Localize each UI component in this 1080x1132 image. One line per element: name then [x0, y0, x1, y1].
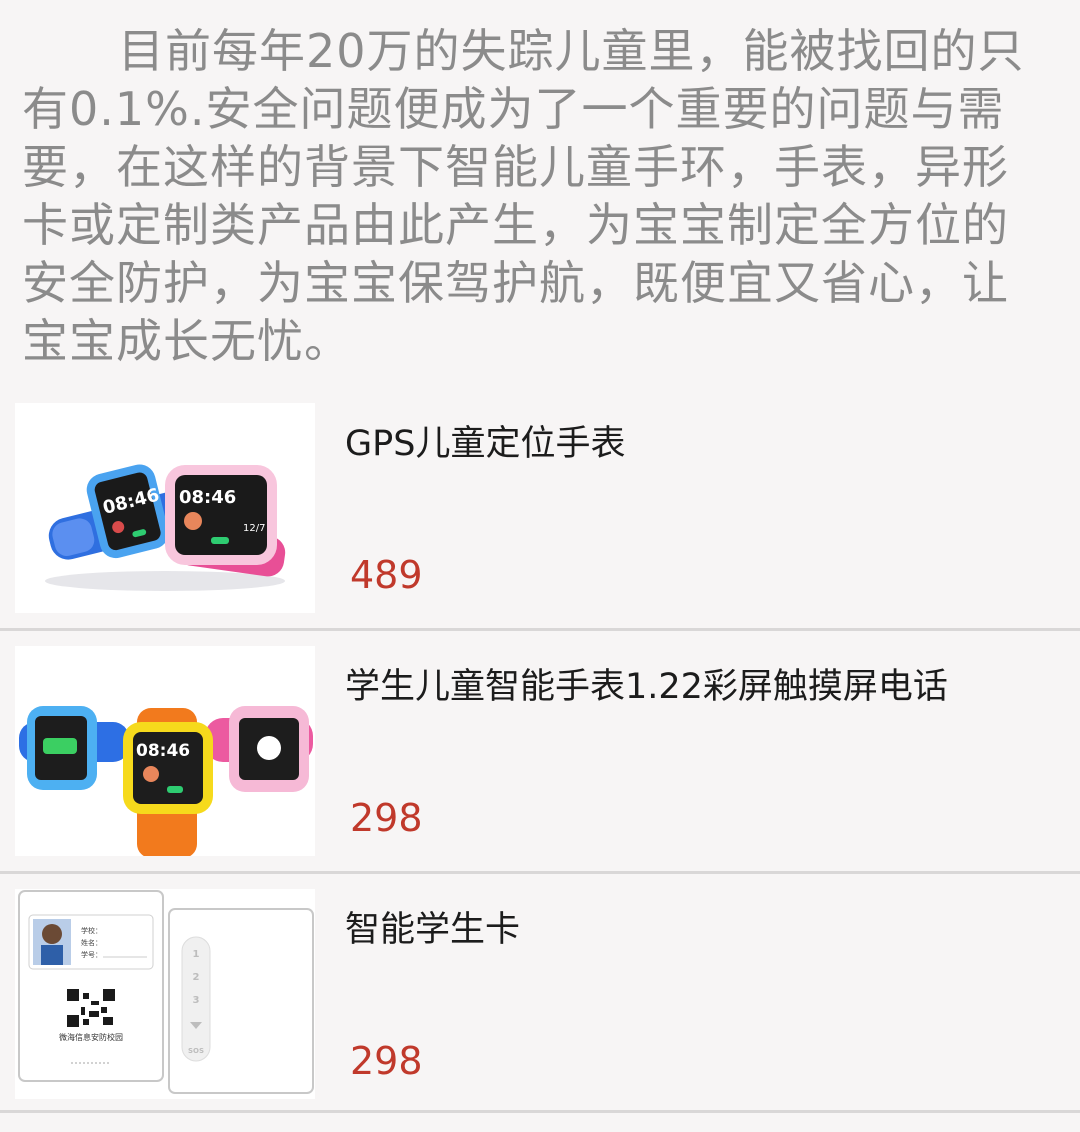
qr-code-icon [67, 989, 115, 1027]
watch-screen-date: 12/7 [243, 523, 265, 534]
watch-screen-time: 08:46 [136, 741, 190, 761]
product-price: 298 [350, 796, 423, 840]
product-item-student-card[interactable]: 学校： 姓名： 学号： 微海信息安防校园 1 2 3 SOS 智能学生卡 298 [0, 889, 1080, 1132]
product-price: 489 [350, 553, 423, 597]
product-name[interactable]: 学生儿童智能手表1.22彩屏触摸屏电话 [345, 658, 948, 709]
product-item-gps-watch[interactable]: 08:46 08:46 12/7 GPS儿童定位手表 489 [0, 403, 1080, 646]
divider [0, 1110, 1080, 1113]
product-item-smart-watch[interactable]: 08:46 学生儿童智能手表1.22彩屏触摸屏电话 298 [0, 646, 1080, 889]
product-price: 298 [350, 1039, 423, 1083]
product-image-smart-watch[interactable]: 08:46 [15, 646, 315, 856]
product-image-student-card[interactable]: 学校： 姓名： 学号： 微海信息安防校园 1 2 3 SOS [15, 889, 315, 1099]
card-caption: 微海信息安防校园 [59, 1032, 123, 1042]
card-school-label: 学校： [81, 926, 102, 935]
card-name-label: 姓名： [81, 938, 102, 947]
product-name[interactable]: GPS儿童定位手表 [345, 415, 625, 466]
intro-paragraph: 目前每年20万的失踪儿童里，能被找回的只有0.1%.安全问题便成为了一个重要的问… [22, 24, 1025, 368]
card-button-3: 3 [193, 995, 200, 1006]
card-button-2: 2 [193, 972, 200, 983]
product-image-gps-watch[interactable]: 08:46 08:46 12/7 [15, 403, 315, 613]
card-button-sos: SOS [188, 1047, 204, 1055]
card-button-1: 1 [193, 949, 200, 960]
card-id-label: 学号： [81, 950, 102, 959]
divider [0, 871, 1080, 874]
product-name[interactable]: 智能学生卡 [345, 901, 520, 952]
watch-screen-time-pink: 08:46 [179, 487, 236, 508]
divider [0, 628, 1080, 631]
